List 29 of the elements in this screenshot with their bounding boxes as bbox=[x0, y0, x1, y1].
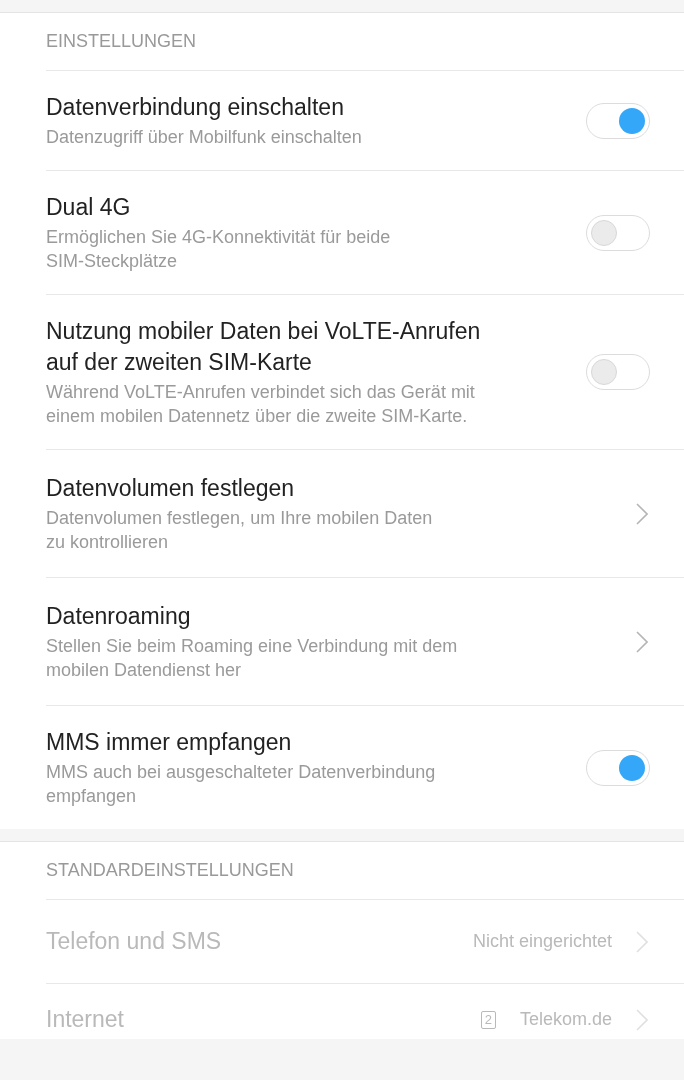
setting-description: Ermöglichen Sie 4G-Konnektivität für beide SIM-Steckplätze bbox=[46, 226, 391, 273]
setting-description: Datenzugriff über Mobilfunk einschalten bbox=[46, 126, 362, 149]
setting-title: Telefon und SMS bbox=[46, 927, 222, 956]
section-header: STANDARDEINSTELLUNGEN bbox=[46, 860, 294, 880]
setting-description: Datenvolumen festlegen, um Ihre mobilen Daten zu kontrollieren bbox=[46, 507, 433, 554]
toggle-switch[interactable] bbox=[586, 102, 650, 139]
settings-row[interactable]: Datenroaming Stellen Sie beim Roaming eine Verbindung mit dem mobilen Datendienst her bbox=[46, 578, 684, 706]
toggle-switch[interactable] bbox=[586, 214, 650, 251]
setting-description: Stellen Sie beim Roaming eine Verbindung mit dem mobilen Datendienst her bbox=[46, 635, 458, 682]
setting-title: Datenroaming bbox=[46, 602, 192, 631]
setting-title: Dual 4G bbox=[46, 193, 132, 222]
chevron-right-icon bbox=[636, 502, 648, 525]
setting-title: Datenvolumen festlegen bbox=[46, 474, 296, 503]
toggle-switch[interactable] bbox=[586, 354, 650, 390]
chevron-right-icon bbox=[636, 930, 648, 953]
setting-description: MMS auch bei ausgeschalteter Datenverbindung empfangen bbox=[46, 761, 436, 808]
chevron-right-icon bbox=[636, 630, 648, 653]
sim-card-badge: 2 bbox=[480, 1010, 496, 1029]
setting-value: Nicht eingerichtet bbox=[472, 930, 612, 953]
toggle-switch[interactable] bbox=[586, 749, 650, 786]
setting-title: Datenverbindung einschalten bbox=[46, 93, 345, 122]
setting-title: Internet bbox=[46, 1005, 124, 1034]
setting-title: Nutzung mobiler Daten bei VoLTE-Anrufen auf der zweiten SIM-Karte bbox=[46, 317, 481, 377]
setting-value: Telekom.de bbox=[519, 1008, 612, 1031]
setting-description: Während VoLTE-Anrufen verbindet sich das Gerät mit einem mobilen Datennetz über die zweite SIM-Karte. bbox=[46, 381, 476, 428]
chevron-right-icon bbox=[636, 1008, 648, 1031]
section-header: EINSTELLUNGEN bbox=[46, 31, 197, 51]
settings-row[interactable]: Datenvolumen festlegen Datenvolumen festlegen, um Ihre mobilen Daten zu kontrollieren bbox=[46, 450, 684, 578]
setting-title: MMS immer empfangen bbox=[46, 728, 293, 757]
